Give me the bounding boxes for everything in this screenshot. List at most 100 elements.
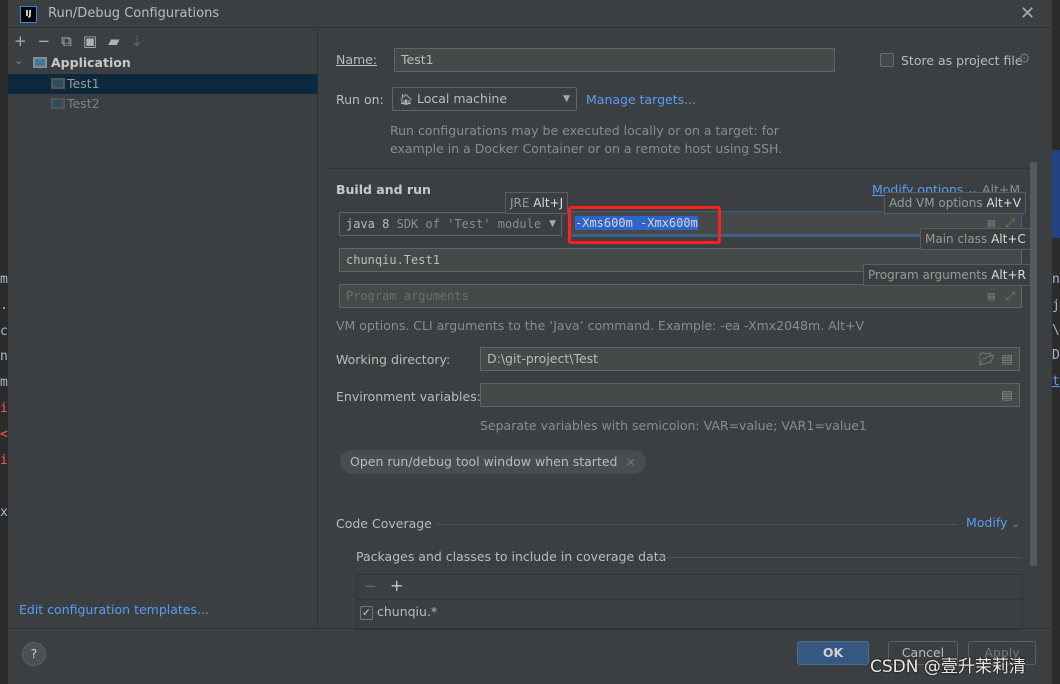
remove-icon[interactable]: −	[364, 577, 377, 595]
help-button[interactable]: ?	[22, 642, 46, 666]
remove-icon[interactable]: −	[38, 32, 51, 50]
new-folder-icon[interactable]: ▰	[108, 32, 120, 50]
add-icon[interactable]: +	[390, 576, 403, 595]
edit-templates-link[interactable]: Edit configuration templates...	[19, 602, 209, 617]
bg-char: j	[1052, 298, 1060, 313]
package-item-label: chunqiu.*	[376, 604, 438, 619]
run-on-hint: Run configurations may be executed local…	[390, 123, 779, 138]
working-directory-label: Working directory:	[336, 352, 451, 367]
divider	[436, 524, 958, 525]
tooltip-key: Alt+V	[986, 196, 1021, 210]
add-icon[interactable]: +	[14, 32, 27, 50]
bg-char: i	[0, 453, 8, 468]
name-input[interactable]: Test1	[394, 48, 835, 72]
tooltip-text: JRE	[510, 196, 530, 210]
packages-heading: Packages and classes to include in cover…	[356, 549, 667, 564]
environment-variables-input[interactable]: ▤	[480, 383, 1020, 407]
dropdown-arrow-icon: ▼	[549, 219, 556, 229]
manage-targets-link[interactable]: Manage targets...	[586, 92, 696, 107]
bg-char: D	[1052, 348, 1060, 363]
scrollbar[interactable]	[1030, 162, 1037, 566]
environment-variables-hint: Separate variables with semicolon: VAR=v…	[480, 418, 867, 433]
tree-item-test2[interactable]: Test2	[8, 94, 318, 114]
tooltip-text: Program arguments	[868, 268, 988, 282]
bg-char: \	[1052, 323, 1060, 338]
checkbox-checked-icon[interactable]: ✓	[360, 606, 373, 620]
expand-text-icon[interactable]: ▤	[1001, 348, 1013, 370]
application-config-icon	[51, 98, 65, 109]
folder-icon[interactable]: 📂︎	[979, 348, 995, 370]
config-toolbar: + − ⧉ ▣ ▰ ⇣	[14, 32, 143, 50]
environment-variables-label: Environment variables:	[336, 389, 481, 404]
bg-char: c	[0, 324, 8, 339]
name-label-text: Name:	[336, 52, 378, 67]
program-arguments-placeholder: Program arguments	[346, 289, 469, 303]
chip-label: Open run/debug tool window when started	[350, 454, 618, 469]
sort-icon[interactable]: ⇣	[131, 32, 144, 50]
package-item[interactable]: ✓ chunqiu.*	[360, 604, 437, 620]
bg-char: m	[0, 272, 8, 287]
tooltip-text: Add VM options	[889, 196, 983, 210]
tree-item-label: Test1	[67, 76, 100, 91]
tree-group-label: Application	[51, 55, 131, 70]
bg-char: t	[1052, 374, 1060, 389]
tooltip-key: Alt+C	[991, 232, 1026, 246]
close-icon[interactable]: ×	[625, 454, 635, 469]
bg-char: n	[1052, 272, 1060, 287]
build-and-run-heading: Build and run	[336, 182, 431, 197]
left-panel: + − ⧉ ▣ ▰ ⇣ ⌄ Application Test1 Test2 Ed…	[8, 29, 318, 628]
expand-icon[interactable]: ⤢	[1005, 285, 1015, 307]
gear-icon[interactable]: ⚙	[1018, 51, 1031, 67]
bg-char: n	[0, 349, 8, 364]
tooltip-jre: JRE Alt+J	[505, 192, 569, 214]
run-on-label: Run on:	[336, 92, 384, 107]
modify-coverage-link[interactable]: Modify ⌄	[966, 515, 1020, 530]
run-on-value: Local machine	[416, 91, 508, 106]
packages-list: − + ✓ chunqiu.*	[356, 574, 1023, 630]
tooltip-text: Main class	[925, 232, 988, 246]
chevron-down-icon[interactable]: ⌄	[14, 54, 23, 67]
divider	[326, 168, 1036, 169]
store-project-file-label[interactable]: Store as project file	[901, 53, 1023, 68]
name-label: Name:	[336, 52, 377, 67]
expand-text-icon[interactable]: ▤	[988, 285, 995, 307]
divider	[8, 628, 1052, 629]
bg-char: i	[0, 401, 8, 416]
tree-item-test1[interactable]: Test1	[8, 74, 318, 94]
watermark: CSDN @壹升茉莉清	[870, 657, 1026, 677]
save-icon[interactable]: ▣	[83, 32, 97, 50]
tooltip-program-arguments: Program arguments Alt+R	[863, 264, 1031, 286]
highlight-box	[568, 206, 721, 244]
run-debug-dialog: IJ Run/Debug Configurations ✕ + − ⧉ ▣ ▰ …	[8, 0, 1052, 684]
tooltip-key: Alt+R	[991, 268, 1026, 282]
program-arguments-input[interactable]: Program arguments ▤ ⤢	[339, 284, 1022, 308]
bg-char: x	[0, 505, 8, 520]
application-config-icon	[51, 78, 65, 89]
intellij-logo-icon: IJ	[20, 6, 37, 23]
jre-dropdown[interactable]: java 8 SDK of 'Test' module ▼	[339, 212, 562, 236]
tooltip-vm-options: Add VM options Alt+V	[884, 192, 1026, 214]
tooltip-main-class: Main class Alt+C	[920, 228, 1031, 250]
close-icon[interactable]: ✕	[1020, 3, 1035, 24]
open-tool-window-chip[interactable]: Open run/debug tool window when started …	[340, 450, 646, 474]
dropdown-arrow-icon: ▼	[563, 94, 570, 104]
bg-char: m	[0, 375, 8, 390]
code-coverage-heading: Code Coverage	[336, 516, 432, 531]
application-icon	[33, 57, 47, 68]
run-on-hint: example in a Docker Container or on a re…	[390, 141, 783, 156]
copy-icon[interactable]: ⧉	[61, 32, 72, 50]
run-on-dropdown[interactable]: 🏠︎ Local machine ▼	[392, 87, 577, 111]
packages-toolbar: − +	[357, 575, 1022, 600]
jre-hint: SDK of 'Test' module	[396, 217, 542, 231]
bg-char: .	[0, 298, 8, 313]
title-bar: IJ Run/Debug Configurations ✕	[8, 0, 1052, 28]
bg-char: <	[0, 427, 8, 442]
jre-value: java 8	[346, 217, 390, 231]
expand-text-icon[interactable]: ▤	[1001, 384, 1013, 406]
store-project-file-checkbox[interactable]	[880, 53, 894, 67]
home-icon: 🏠︎	[399, 93, 413, 106]
working-directory-input[interactable]: D:\git-project\Test 📂︎ ▤	[480, 347, 1020, 371]
tree-group-application[interactable]: ⌄ Application	[8, 53, 318, 73]
ok-button[interactable]: OK	[797, 641, 869, 665]
window-title: Run/Debug Configurations	[48, 6, 220, 21]
